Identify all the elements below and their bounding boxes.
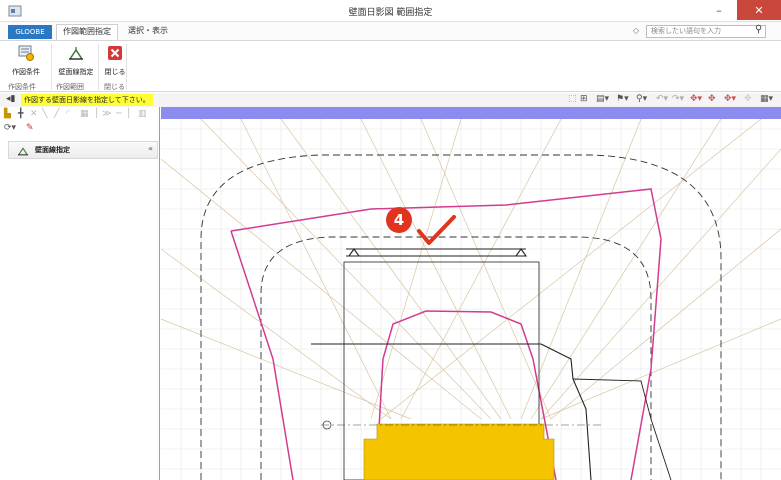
- pick-icon[interactable]: ▙: [4, 109, 11, 119]
- copy-icon[interactable]: ✥: [708, 94, 716, 104]
- ribbon-separator: [98, 44, 99, 90]
- wall-line-button[interactable]: 壁面線指定: [54, 44, 98, 77]
- ribbon: 作図条件 壁面線指定 閉じる 作図条件 作図範囲 閉じる: [0, 40, 781, 92]
- close-ribbon-label: 閉じる: [104, 68, 126, 76]
- bar-icon[interactable]: │: [94, 109, 99, 119]
- building-footprint: [363, 423, 555, 480]
- filter-icon[interactable]: ⚑▾: [616, 94, 629, 104]
- line-icon[interactable]: ╋: [18, 109, 23, 119]
- search-input[interactable]: 検索したい語句を入力: [646, 25, 766, 38]
- step-number: 4: [394, 211, 404, 229]
- wall-line-label: 壁面線指定: [58, 68, 94, 76]
- draw-tools: ▙ ╋ ✕ ╲ ╱ ◜ ▦ │ ≫ ─ │ ▥ ⟳▾ ✎: [2, 109, 158, 139]
- close-window-button[interactable]: ✕: [737, 0, 781, 20]
- drawing-canvas[interactable]: 4: [161, 107, 781, 480]
- rotate-tool-icon[interactable]: ⟳▾: [4, 123, 16, 133]
- window-title: 壁面日影図 範囲指定: [348, 8, 433, 18]
- group-label-close: 閉じる: [104, 83, 125, 91]
- close-ribbon-button[interactable]: 閉じる: [102, 44, 128, 77]
- zoom-icon[interactable]: ⚲▾: [636, 94, 647, 104]
- shadow-diagram[interactable]: 4: [161, 119, 781, 480]
- drawing-conditions-button[interactable]: 作図条件: [6, 44, 46, 77]
- title-bar: 壁面日影図 範囲指定 – ✕: [0, 0, 781, 22]
- group-label-range: 作図範囲: [56, 83, 84, 91]
- check-mark-icon: [417, 215, 456, 245]
- tab-select-display[interactable]: 選択・表示: [122, 24, 174, 40]
- bar2-icon[interactable]: │: [126, 109, 131, 119]
- drawing-conditions-icon: [18, 45, 34, 61]
- tab-file[interactable]: GLOOBE: [8, 25, 52, 39]
- settings-icon[interactable]: ▦▾: [760, 94, 773, 104]
- cross-icon[interactable]: ✕: [30, 109, 38, 119]
- redo-icon[interactable]: ↷▾: [672, 94, 684, 104]
- hatch-icon[interactable]: ▥: [138, 109, 147, 119]
- slash-icon[interactable]: ╲: [42, 109, 47, 119]
- snap-icon[interactable]: ⊞: [580, 94, 588, 104]
- dash-icon[interactable]: ─: [116, 109, 121, 119]
- left-panel: ▙ ╋ ✕ ╲ ╱ ◜ ▦ │ ≫ ─ │ ▥ ⟳▾ ✎ 壁面線指定 «: [0, 107, 160, 480]
- undo-icon[interactable]: ↶▾: [656, 94, 668, 104]
- arrow-icon[interactable]: ≫: [102, 109, 111, 119]
- wall-line-icon: [69, 47, 83, 60]
- close-red-icon: [108, 46, 122, 60]
- help-icon[interactable]: ◇: [633, 26, 639, 35]
- minimize-button[interactable]: –: [709, 0, 729, 20]
- pen-icon[interactable]: ✎: [26, 123, 34, 133]
- collapse-chevron-icon[interactable]: «: [148, 144, 153, 153]
- wall-line-icon: [17, 147, 29, 156]
- group-label-conditions: 作図条件: [8, 83, 36, 91]
- arc-icon[interactable]: ◜: [66, 109, 70, 119]
- grid-icon[interactable]: ▦: [80, 109, 89, 119]
- select-mode-icon[interactable]: ⬚: [568, 94, 577, 104]
- delete-icon[interactable]: ✥: [744, 94, 752, 104]
- step-badge: 4: [386, 207, 412, 233]
- panel-title: 壁面線指定: [35, 146, 70, 154]
- instruction-message: 作図する壁面日影線を指定して下さい。: [21, 94, 153, 106]
- ribbon-tab-row: GLOOBE 作図範囲指定 選択・表示 ◇ 検索したい語句を入力 ⚲: [0, 22, 781, 40]
- diagonal-icon[interactable]: ╱: [54, 109, 59, 119]
- panel-header[interactable]: 壁面線指定 «: [8, 141, 158, 159]
- drawing-conditions-label: 作図条件: [12, 68, 40, 76]
- move-icon[interactable]: ✥▾: [690, 94, 702, 104]
- ribbon-separator: [51, 44, 52, 90]
- layer-icon[interactable]: ▤▾: [596, 94, 609, 104]
- back-arrow-icon[interactable]: ◂▮: [6, 94, 15, 104]
- tab-drawing-range[interactable]: 作図範囲指定: [56, 24, 118, 40]
- canvas-header-bar: [161, 107, 781, 119]
- ribbon-separator: [126, 44, 127, 90]
- search-icon[interactable]: ⚲: [755, 24, 762, 35]
- view-toolbar: ⬚ ⊞ ▤▾ ⚑▾ ⚲▾ ↶▾ ↷▾ ✥▾ ✥ ✥▾ ✥ ▦▾: [564, 94, 781, 107]
- rotate-icon[interactable]: ✥▾: [724, 94, 736, 104]
